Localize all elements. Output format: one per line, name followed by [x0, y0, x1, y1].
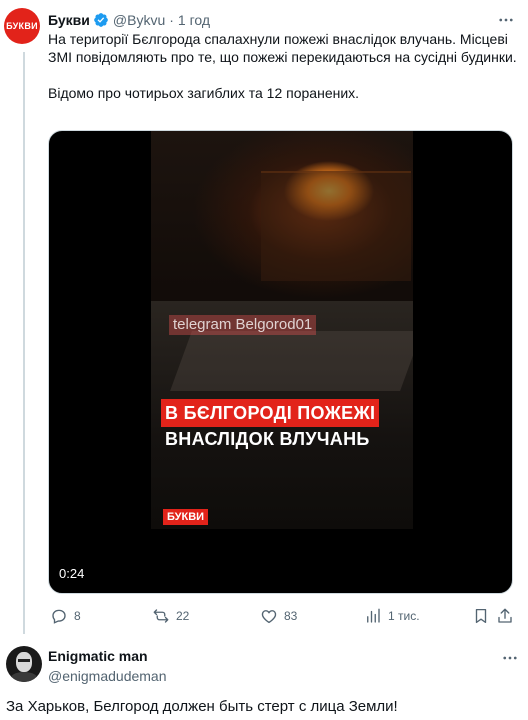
- more-options-icon[interactable]: [500, 648, 520, 668]
- reply-button[interactable]: 8: [50, 607, 81, 625]
- tweet-reply[interactable]: Enigmatic man @enigmadudeman За Харьков,…: [0, 640, 528, 720]
- views-button[interactable]: 1 тис.: [364, 607, 420, 625]
- author-name[interactable]: Букви: [48, 12, 90, 28]
- author-name[interactable]: Enigmatic man: [48, 648, 148, 664]
- tweet-paragraph-2: Відомо про чотирьох загиблих та 12 поран…: [48, 85, 360, 101]
- author-handle[interactable]: @Bykvu: [113, 12, 165, 28]
- video-caption-line-1: В БЄЛГОРОДІ ПОЖЕЖІ: [161, 399, 380, 427]
- tweet-bukvy[interactable]: БУКВИ Букви @Bykvu · 1 год На території …: [0, 0, 528, 634]
- share-icon: [498, 608, 512, 623]
- separator-dot: ·: [169, 12, 174, 28]
- reply-icon: [52, 609, 66, 624]
- avatar-label: БУКВИ: [6, 21, 38, 31]
- retweet-button[interactable]: 22: [152, 607, 189, 625]
- tweet-paragraph-1: На території Бєлгорода спалахнули пожежі…: [48, 31, 517, 65]
- like-count: 83: [284, 609, 298, 623]
- views-count: 1 тис.: [388, 609, 420, 623]
- timestamp[interactable]: 1 год: [178, 12, 210, 28]
- video-caption-line-2: ВНАСЛІДОК ВЛУЧАНЬ: [165, 429, 370, 449]
- more-options-icon[interactable]: [496, 10, 516, 30]
- avatar-glasses-shape: [18, 659, 30, 662]
- video-frame: telegram Belgorod01 В БЄЛГОРОДІ ПОЖЕЖІ В…: [151, 131, 413, 529]
- avatar-face-shape: [16, 652, 32, 672]
- road: [170, 331, 413, 391]
- tweet-actions: 8 22 83 1 тис.: [48, 606, 518, 626]
- tweet-text: На території Бєлгорода спалахнули пожежі…: [48, 30, 518, 102]
- reply-text: За Харьков, Белгород должен быть стерт с…: [6, 698, 398, 715]
- video-watermark: telegram Belgorod01: [169, 315, 317, 335]
- avatar[interactable]: [6, 646, 42, 682]
- author-handle[interactable]: @enigmadudeman: [48, 668, 167, 684]
- avatar[interactable]: БУКВИ: [4, 8, 40, 44]
- thread-line: [23, 52, 25, 634]
- verified-badge-icon: [93, 12, 109, 28]
- video-duration: 0:24: [59, 566, 85, 581]
- retweet-count: 22: [176, 609, 190, 623]
- like-button[interactable]: 83: [260, 607, 297, 625]
- avatar-body-shape: [10, 672, 38, 682]
- burning-building: [261, 171, 411, 281]
- share-button[interactable]: [496, 607, 520, 625]
- tweet-header: Букви @Bykvu · 1 год: [48, 10, 520, 30]
- bookmark-icon: [475, 608, 487, 624]
- views-chart-icon: [367, 608, 380, 623]
- reply-count: 8: [74, 609, 81, 623]
- retweet-icon: [153, 609, 169, 623]
- video-player[interactable]: telegram Belgorod01 В БЄЛГОРОДІ ПОЖЕЖІ В…: [48, 130, 513, 594]
- bookmark-button[interactable]: [472, 607, 496, 625]
- heart-icon: [261, 610, 277, 624]
- video-brand-badge: БУКВИ: [163, 509, 209, 525]
